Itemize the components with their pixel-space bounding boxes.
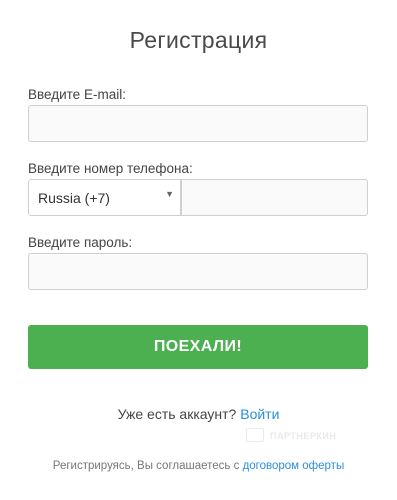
terms-notice: Регистрируясь, Вы соглашаетесь с договор… xyxy=(0,460,397,472)
login-prompt-text: Уже есть аккаунт? xyxy=(117,406,237,422)
email-label: Введите E-mail: xyxy=(28,87,126,102)
country-code-select[interactable]: Russia (+7) ▼ xyxy=(28,179,181,216)
password-field[interactable] xyxy=(28,253,368,290)
watermark: ПАРТНЕРКИН xyxy=(246,428,346,448)
submit-button[interactable]: ПОЕХАЛИ! xyxy=(28,325,368,369)
phone-label: Введите номер телефона: xyxy=(28,161,193,176)
chat-bubble-icon xyxy=(246,428,264,442)
caret-down-icon: ▼ xyxy=(165,189,174,199)
login-link[interactable]: Войти xyxy=(240,406,279,422)
page-title: Регистрация xyxy=(129,27,268,53)
password-label: Введите пароль: xyxy=(28,235,133,250)
phone-field[interactable] xyxy=(181,179,368,216)
terms-link[interactable]: договором оферты xyxy=(243,460,345,472)
watermark-text: ПАРТНЕРКИН xyxy=(270,431,337,441)
terms-text: Регистрируясь, Вы соглашаетесь с xyxy=(52,460,240,472)
country-code-value: Russia (+7) xyxy=(38,190,110,206)
login-prompt: Уже есть аккаунт? Войти xyxy=(0,406,397,422)
email-field[interactable] xyxy=(28,105,368,142)
